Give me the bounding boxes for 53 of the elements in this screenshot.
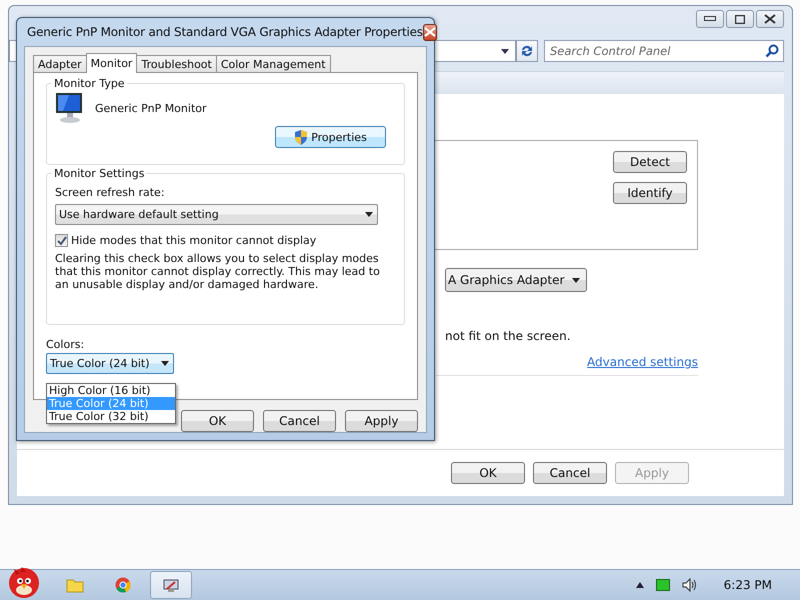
close-icon bbox=[764, 14, 776, 24]
dialog-button[interactable]: Cancel bbox=[533, 462, 607, 484]
description-text: Clearing this check box allows you to select display modes that this monitor cannot display correctly. This may lead to an unusable display and/or damaged hardware. bbox=[55, 252, 381, 291]
minimize-button[interactable] bbox=[696, 10, 724, 28]
minimize-icon bbox=[704, 16, 716, 22]
refresh-button[interactable] bbox=[516, 40, 538, 62]
colors-dropdown[interactable]: True Color (24 bit) bbox=[46, 353, 174, 374]
properties-button[interactable]: Properties bbox=[275, 126, 386, 148]
panel-button[interactable]: Detect bbox=[613, 151, 687, 173]
info-text: not fit on the screen. bbox=[445, 329, 571, 343]
search-field[interactable]: Search Control Panel bbox=[544, 40, 784, 62]
close-button[interactable] bbox=[756, 10, 784, 28]
folder-icon bbox=[66, 577, 84, 593]
monitor-icon bbox=[55, 92, 85, 124]
taskbar-button[interactable] bbox=[150, 571, 192, 599]
dropdown-option[interactable]: High Color (16 bit) bbox=[47, 384, 175, 397]
caret-icon bbox=[365, 212, 373, 217]
tab[interactable]: Adapter bbox=[33, 55, 87, 72]
search-icon bbox=[765, 44, 779, 58]
display-dropdown[interactable]: A Graphics Adapter bbox=[445, 268, 588, 292]
checkbox-label: Hide modes that this monitor cannot display bbox=[71, 234, 316, 247]
dialog-button[interactable]: OK bbox=[451, 462, 525, 484]
monitor-name: Generic PnP Monitor bbox=[95, 102, 207, 114]
dropdown-option[interactable]: True Color (32 bit) bbox=[47, 410, 175, 423]
tab[interactable]: Color Management bbox=[216, 55, 331, 72]
advanced-settings-link[interactable]: Advanced settings bbox=[587, 355, 698, 369]
checkbox[interactable] bbox=[55, 234, 68, 247]
field-label: Screen refresh rate: bbox=[55, 186, 166, 199]
group-heading: Monitor Type bbox=[53, 77, 126, 90]
close-button[interactable] bbox=[422, 24, 437, 40]
window-title: Generic PnP Monitor and Standard VGA Graphics Adapter Properties bbox=[27, 25, 423, 39]
tab[interactable]: Monitor bbox=[86, 53, 138, 73]
network-status-icon[interactable] bbox=[656, 579, 670, 591]
dialog-button[interactable]: Apply bbox=[345, 410, 418, 432]
refresh-rate-dropdown[interactable]: Use hardware default setting bbox=[55, 204, 378, 225]
panel-button[interactable]: Identify bbox=[613, 182, 687, 204]
display-settings-icon bbox=[162, 577, 180, 593]
show-hidden-icons-icon[interactable] bbox=[636, 582, 644, 588]
caret-icon bbox=[161, 361, 169, 366]
refresh-icon bbox=[520, 44, 534, 58]
shield-icon bbox=[294, 130, 308, 144]
group-heading: Monitor Settings bbox=[53, 167, 146, 180]
caret-icon bbox=[572, 278, 580, 282]
tab[interactable]: Troubleshoot bbox=[136, 55, 217, 72]
speaker-icon[interactable] bbox=[682, 578, 698, 592]
field-label: Colors: bbox=[46, 338, 86, 351]
dialog-button[interactable]: OK bbox=[181, 410, 254, 432]
browser-icon bbox=[115, 577, 131, 593]
maximize-icon bbox=[735, 14, 745, 24]
maximize-button[interactable] bbox=[726, 10, 754, 28]
clock[interactable]: 6:23 PM bbox=[724, 578, 772, 592]
caret-icon bbox=[501, 48, 509, 54]
dialog-button[interactable]: Cancel bbox=[263, 410, 336, 432]
